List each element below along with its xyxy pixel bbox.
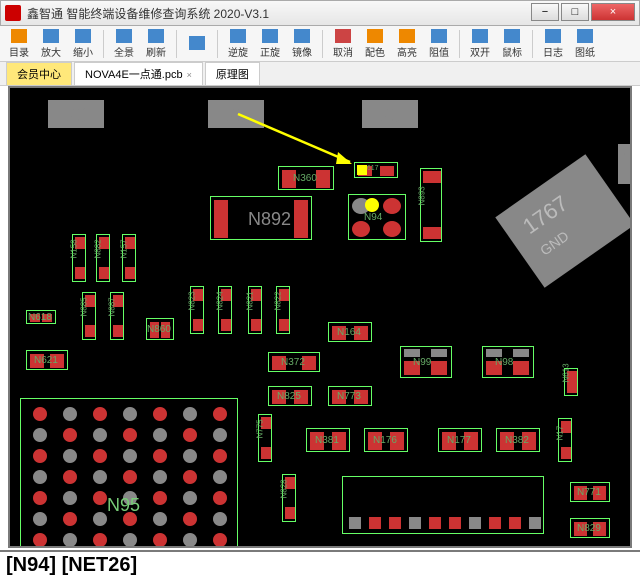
title-bar: 鑫智通 智能终端设备维修查询系统 2020-V3.1 − □ ×: [0, 0, 640, 26]
window-title: 鑫智通 智能终端设备维修查询系统 2020-V3.1: [27, 5, 529, 22]
component-N360[interactable]: N360: [278, 166, 334, 190]
component-N157[interactable]: N157: [122, 234, 136, 282]
status-bar: [N94] [NET26]: [0, 550, 640, 580]
component-N821[interactable]: N821: [248, 286, 262, 334]
toolbar-阻值[interactable]: 阻值: [424, 28, 454, 60]
toolbar-日志[interactable]: 日志: [538, 28, 568, 60]
component-N164[interactable]: N164: [328, 322, 372, 342]
close-button[interactable]: ×: [591, 3, 635, 21]
component-N893[interactable]: N893: [420, 168, 442, 242]
component-N372[interactable]: N372: [268, 352, 320, 372]
toolbar-目录[interactable]: 目录: [4, 28, 34, 60]
component-N382[interactable]: N382: [496, 428, 540, 452]
close-icon[interactable]: ×: [187, 70, 192, 80]
component-N176[interactable]: N176: [364, 428, 408, 452]
toolbar-逆旋[interactable]: 逆旋: [223, 28, 253, 60]
component-N613[interactable]: N613: [564, 368, 578, 396]
component-N177[interactable]: N177: [438, 428, 482, 452]
tab-bar: 会员中心 NOVA4E一点通.pcb× 原理图: [0, 62, 640, 86]
toolbar-图纸[interactable]: 图纸: [570, 28, 600, 60]
component-N381[interactable]: N381: [306, 428, 350, 452]
selection-marker: [365, 198, 379, 212]
toolbar-高亮[interactable]: 高亮: [392, 28, 422, 60]
gnd-block-1771: 1771GND: [208, 100, 264, 128]
gnd-block-1767: 1767GND: [495, 154, 632, 288]
gnd-block-1772: 1772GND: [48, 100, 104, 128]
component-N825[interactable]: N825: [268, 386, 312, 406]
toolbar-全景[interactable]: 全景: [109, 28, 139, 60]
component-N892[interactable]: N892: [210, 196, 312, 240]
component-N771[interactable]: N771: [570, 482, 610, 502]
selection-square: [357, 165, 367, 175]
component-N98[interactable]: N98: [482, 346, 534, 378]
toolbar-缩小[interactable]: 缩小: [68, 28, 98, 60]
app-icon: [5, 5, 21, 21]
component-N773[interactable]: N773: [328, 386, 372, 406]
pcb-canvas[interactable]: 1772GND1771GND1770GND1767GNDNETN360u617N…: [8, 86, 632, 548]
component-N822[interactable]: N822: [276, 286, 290, 334]
minimize-button[interactable]: −: [531, 3, 559, 21]
toolbar-双开[interactable]: 双开: [465, 28, 495, 60]
component-N775[interactable]: N775: [258, 414, 272, 462]
toolbar-正旋[interactable]: 正旋: [255, 28, 285, 60]
component-N618[interactable]: N618: [26, 310, 56, 324]
component-N823[interactable]: N823: [190, 286, 204, 334]
component-N158[interactable]: N158: [72, 234, 86, 282]
component-N824[interactable]: N824: [218, 286, 232, 334]
component-N828[interactable]: N828: [282, 474, 296, 522]
component-N17[interactable]: N17: [558, 418, 572, 462]
maximize-button[interactable]: □: [561, 3, 589, 21]
toolbar-配色[interactable]: 配色: [360, 28, 390, 60]
component-N882[interactable]: N882: [96, 234, 110, 282]
toolbar-放大[interactable]: 放大: [36, 28, 66, 60]
gnd-block-1770: 1770GND: [362, 100, 418, 128]
component-bigchip[interactable]: [342, 476, 544, 534]
tab-member-center[interactable]: 会员中心: [6, 62, 72, 85]
component-N860[interactable]: N860: [146, 318, 174, 340]
toolbar-取消[interactable]: 取消: [328, 28, 358, 60]
toolbar-btn[interactable]: [182, 28, 212, 60]
component-N885[interactable]: N885: [82, 292, 96, 340]
toolbar: 目录放大缩小全景刷新 逆旋正旋镜像取消配色高亮阻值双开鼠标日志图纸: [0, 26, 640, 62]
component-N95[interactable]: N95: [20, 398, 238, 548]
tab-pcb-file[interactable]: NOVA4E一点通.pcb×: [74, 62, 203, 85]
toolbar-镜像[interactable]: 镜像: [287, 28, 317, 60]
toolbar-鼠标[interactable]: 鼠标: [497, 28, 527, 60]
tab-schematic[interactable]: 原理图: [205, 62, 260, 85]
component-N829[interactable]: N829: [570, 518, 610, 538]
toolbar-刷新[interactable]: 刷新: [141, 28, 171, 60]
component-N621[interactable]: N621: [26, 350, 68, 370]
gnd-block-NET: NET: [618, 144, 632, 184]
component-N99[interactable]: N99: [400, 346, 452, 378]
component-N887[interactable]: N887: [110, 292, 124, 340]
